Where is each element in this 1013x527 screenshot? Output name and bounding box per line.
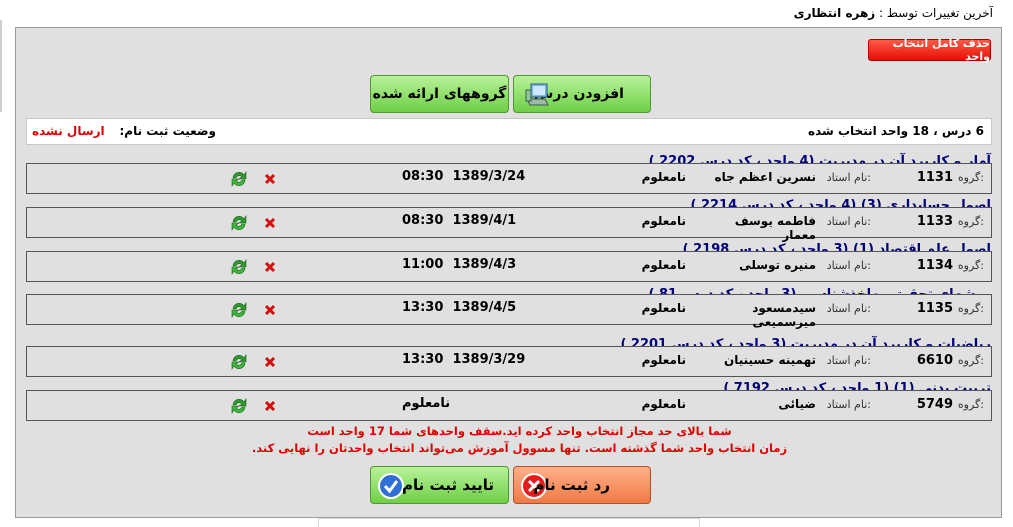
group-label: گروه:: [957, 354, 984, 367]
delete-course-icon[interactable]: [264, 261, 276, 273]
exam-date: 1389/4/1: [452, 213, 517, 228]
last-changed-info: آخرین تغییرات توسط : زهره انتظاری: [794, 6, 993, 20]
group-label: گروه:: [957, 259, 984, 272]
exam-place: نامعلوم: [641, 397, 686, 411]
confirm-registration-button[interactable]: تایید ثبت نام: [370, 466, 509, 504]
teacher-label: نام استاد:: [826, 302, 871, 315]
offered-groups-button[interactable]: گروههای ارائه شده: [370, 75, 509, 113]
course-row: گروه: 1135 نام استاد: سیدمسعود میرسمیعی نامع…: [26, 294, 992, 329]
reject-registration-label: رد ثبت نام: [533, 476, 610, 494]
course-row: گروه: 1133 نام استاد: فاطمه یوسف معمار نامعل…: [26, 207, 992, 242]
selection-summary-bar: 6 درس ، 18 واحد انتخاب شده وضعیت ثبت نام…: [26, 118, 992, 145]
group-number: 1135: [916, 301, 953, 316]
registration-status-value: ارسال نشده: [32, 124, 105, 138]
exam-place: نامعلوم: [641, 170, 686, 184]
group-number: 1133: [916, 214, 953, 229]
group-number: 1131: [916, 170, 953, 185]
exam-date: 1389/4/3: [452, 257, 517, 272]
exam-place: نامعلوم: [641, 301, 686, 315]
course-row: گروه: 1131 نام استاد: نسرین اعظم جاه نامعلوم…: [26, 163, 992, 194]
change-group-icon[interactable]: [230, 257, 248, 277]
last-changed-label: آخرین تغییرات توسط :: [879, 6, 993, 20]
teacher-label: نام استاد:: [826, 259, 871, 272]
group-number: 1134: [916, 258, 953, 273]
last-changed-by: زهره انتظاری: [793, 6, 876, 20]
teacher-name: نسرین اعظم جاه: [714, 170, 817, 184]
course-row: گروه: 6610 نام استاد: تهمینه حسینیان نامعلوم…: [26, 346, 992, 377]
change-group-icon[interactable]: [230, 300, 248, 320]
group-label: گروه:: [957, 171, 984, 184]
left-edge-marker: [0, 20, 2, 112]
teacher-name: فاطمه یوسف معمار: [734, 214, 816, 242]
group-label: گروه:: [957, 398, 984, 411]
group-label: گروه:: [957, 302, 984, 315]
teacher-label: نام استاد:: [826, 215, 871, 228]
exam-time: 11:00: [402, 257, 444, 272]
exam-time: 08:30: [402, 169, 444, 184]
delete-course-icon[interactable]: [264, 173, 276, 185]
registration-status-label: وضعیت ثبت نام:: [119, 124, 217, 138]
teacher-name: تهمینه حسینیان: [723, 353, 816, 367]
exam-date: 1389/3/24: [452, 169, 526, 184]
computer-icon: [525, 83, 549, 106]
add-course-button[interactable]: افزودن درس: [513, 75, 651, 113]
selected-units-count: 6 درس ، 18 واحد انتخاب شده: [807, 124, 984, 138]
change-group-icon[interactable]: [230, 213, 248, 233]
check-circle-icon: [378, 473, 404, 499]
teacher-label: نام استاد:: [826, 354, 871, 367]
teacher-name: سیدمسعود میرسمیعی: [752, 301, 816, 329]
exam-date: 1389/3/29: [452, 352, 526, 367]
exam-datetime: 13:30 1389/4/5: [402, 300, 516, 315]
group-number: 5749: [916, 397, 953, 412]
unit-limit-warning: شما بالای حد مجاز انتخاب واحد کرده اید.س…: [307, 424, 732, 438]
bottom-strip: [318, 518, 700, 527]
reject-registration-button[interactable]: رد ثبت نام: [513, 466, 651, 504]
teacher-label: نام استاد:: [826, 171, 871, 184]
confirm-registration-label: تایید ثبت نام: [401, 476, 494, 494]
course-row: گروه: 5749 نام استاد: ضیائی نامعلوم نامعلوم: [26, 390, 992, 421]
delete-course-icon[interactable]: [264, 304, 276, 316]
delete-all-selection-button[interactable]: حذف کامل انتخاب واحد: [868, 37, 991, 63]
deadline-passed-warning: زمان انتخاب واحد شما گذشته است. تنها مسو…: [251, 441, 788, 455]
exam-time: 08:30: [402, 213, 444, 228]
group-number: 6610: [916, 353, 953, 368]
exam-date: 1389/4/5: [452, 300, 517, 315]
offered-groups-label: گروههای ارائه شده: [372, 86, 507, 102]
delete-all-label: حذف کامل انتخاب واحد: [892, 37, 990, 63]
change-group-icon[interactable]: [230, 169, 248, 189]
course-row: گروه: 1134 نام استاد: منیره توسلی نامعلوم 11:…: [26, 251, 992, 282]
exam-place: نامعلوم: [641, 214, 686, 228]
exam-datetime: 11:00 1389/4/3: [402, 257, 516, 272]
exam-time: 13:30: [402, 300, 444, 315]
exam-datetime: نامعلوم: [402, 396, 450, 411]
change-group-icon[interactable]: [230, 396, 248, 416]
exam-time: 13:30: [402, 352, 444, 367]
change-group-icon[interactable]: [230, 352, 248, 372]
exam-datetime: 13:30 1389/3/29: [402, 352, 525, 367]
delete-course-icon[interactable]: [264, 400, 276, 412]
exam-datetime: 08:30 1389/3/24: [402, 169, 525, 184]
exam-date-text: نامعلوم: [402, 396, 451, 411]
delete-course-icon[interactable]: [264, 217, 276, 229]
delete-course-icon[interactable]: [264, 356, 276, 368]
group-label: گروه:: [957, 215, 984, 228]
teacher-name: ضیائی: [778, 397, 816, 411]
exam-datetime: 08:30 1389/4/1: [402, 213, 516, 228]
exam-place: نامعلوم: [641, 353, 686, 367]
exam-place: نامعلوم: [641, 258, 686, 272]
teacher-label: نام استاد:: [826, 398, 871, 411]
teacher-name: منیره توسلی: [739, 258, 816, 272]
